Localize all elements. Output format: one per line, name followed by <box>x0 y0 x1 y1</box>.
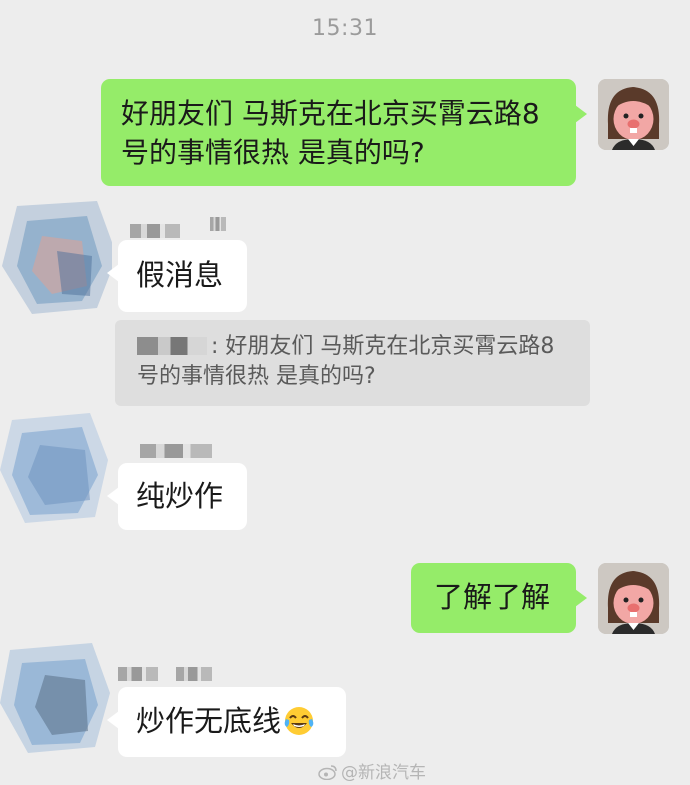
message-text: 好朋友们 马斯克在北京买霄云路8号的事情很热 是真的吗? <box>121 97 540 169</box>
quoted-sender-blurred <box>137 337 207 355</box>
blurred-avatar-icon <box>0 643 110 753</box>
message-text: 了解了解 <box>434 580 551 614</box>
avatar-contact-blurred[interactable] <box>0 405 108 523</box>
blurred-avatar-icon <box>0 413 108 523</box>
avatar-contact-blurred[interactable] <box>0 635 110 753</box>
quoted-message[interactable]: : 好朋友们 马斯克在北京买霄云路8号的事情很热 是真的吗? <box>115 320 590 406</box>
timestamp: 15:31 <box>312 16 378 41</box>
avatar-contact-blurred[interactable] <box>2 196 117 314</box>
message-bubble-outgoing[interactable]: 好朋友们 马斯克在北京买霄云路8号的事情很热 是真的吗? <box>101 79 587 186</box>
avatar-character-icon <box>598 79 669 150</box>
message-bubble-outgoing[interactable]: 了解了解 <box>411 563 587 633</box>
message-bubble-incoming[interactable]: 假消息 <box>107 240 247 312</box>
message-text: 假消息 <box>136 258 224 292</box>
tears-of-joy-emoji-icon <box>283 705 315 737</box>
contact-name-blurred <box>130 224 180 238</box>
weibo-icon <box>318 764 338 781</box>
contact-name-blurred <box>210 217 226 231</box>
message-text: 炒作无底线 <box>136 704 282 738</box>
avatar-self[interactable] <box>598 79 669 150</box>
message-bubble-incoming[interactable]: 纯炒作 <box>107 463 247 530</box>
weibo-watermark: @新浪汽车 <box>318 758 426 783</box>
message-text: 纯炒作 <box>136 479 224 513</box>
avatar-character-icon <box>598 563 669 634</box>
message-bubble-incoming[interactable]: 炒作无底线 <box>107 687 346 757</box>
contact-name-blurred <box>140 444 212 458</box>
blurred-avatar-icon <box>2 201 117 314</box>
avatar-self[interactable] <box>598 563 669 634</box>
contact-name-blurred <box>176 667 212 681</box>
contact-name-blurred <box>118 667 158 681</box>
watermark-text: @新浪汽车 <box>341 763 426 783</box>
